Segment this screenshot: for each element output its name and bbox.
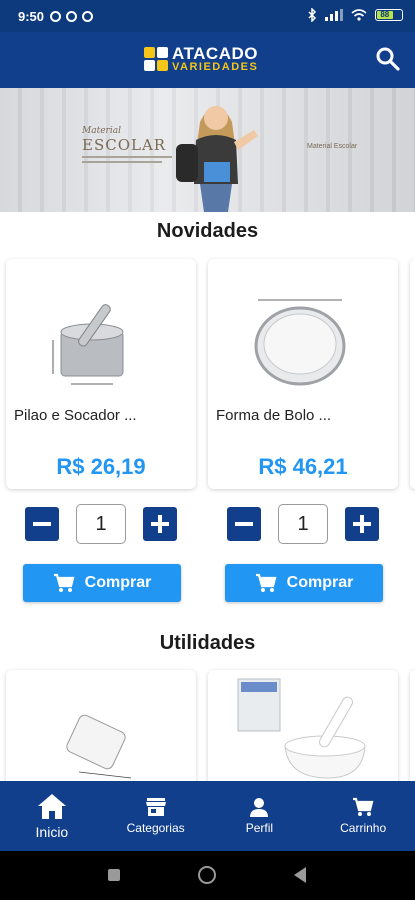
back-icon[interactable] bbox=[294, 867, 306, 883]
app-logo: ATACADO VARIEDADES bbox=[144, 45, 258, 73]
search-icon bbox=[376, 47, 400, 71]
logo-mark-icon bbox=[144, 47, 168, 71]
minus-icon bbox=[235, 522, 253, 526]
bottom-navigation: Inicio Categorias Perfil Carrinho bbox=[0, 781, 415, 851]
buy-button[interactable]: Comprar bbox=[225, 564, 383, 602]
plus-icon bbox=[353, 515, 371, 533]
nav-label: Inicio bbox=[35, 824, 69, 840]
system-navigation-bar bbox=[0, 851, 415, 900]
buy-button[interactable]: Comprar bbox=[23, 564, 181, 602]
status-right: 88 bbox=[307, 8, 403, 22]
product-card[interactable]: Pilao e Socador ... R$ 26,19 bbox=[6, 259, 196, 489]
qty-input[interactable]: 1 bbox=[76, 504, 126, 544]
app-notification-icon bbox=[66, 10, 78, 22]
qty-input[interactable]: 1 bbox=[278, 504, 328, 544]
logo-line1: ATACADO bbox=[172, 44, 258, 63]
bluetooth-icon bbox=[308, 8, 317, 22]
nav-label: Categorias bbox=[126, 821, 185, 835]
product-image-pilao-branco bbox=[237, 678, 366, 779]
store-icon bbox=[145, 798, 166, 816]
product-card-partial[interactable] bbox=[410, 259, 415, 489]
section-title-utilidades: Utilidades bbox=[159, 632, 256, 654]
app-notification-icon bbox=[82, 10, 94, 22]
decrease-qty-button[interactable] bbox=[227, 507, 261, 541]
minus-icon bbox=[33, 522, 51, 526]
product-image-cutting-board bbox=[66, 714, 132, 779]
search-button[interactable] bbox=[373, 44, 403, 74]
product-price: R$ 26,19 bbox=[56, 454, 146, 479]
product-name: Forma de Bolo ... bbox=[216, 407, 332, 424]
product-card[interactable]: Forma de Bolo ... R$ 46,21 bbox=[208, 259, 398, 489]
signal-icon bbox=[325, 9, 343, 21]
banner-kicker: Material bbox=[82, 126, 121, 136]
battery-icon: 88 bbox=[375, 9, 403, 21]
increase-qty-button[interactable] bbox=[345, 507, 379, 541]
status-time: 9:50 bbox=[18, 8, 45, 24]
product-image-pilao bbox=[52, 304, 124, 385]
alarm-icon bbox=[50, 10, 62, 22]
buy-button-label: Comprar bbox=[286, 574, 354, 591]
nav-item-inicio[interactable]: Inicio bbox=[0, 781, 104, 851]
cart-icon bbox=[255, 573, 277, 592]
plus-icon bbox=[151, 515, 169, 533]
home-circle-icon[interactable] bbox=[198, 866, 216, 884]
buy-button-label: Comprar bbox=[84, 574, 152, 591]
status-bar: 9:50 88 bbox=[0, 0, 415, 32]
product-price: R$ 46,21 bbox=[258, 454, 348, 479]
decrease-qty-button[interactable] bbox=[25, 507, 59, 541]
person-icon bbox=[250, 798, 269, 817]
student-girl-image bbox=[176, 106, 258, 212]
nav-label: Perfil bbox=[245, 821, 274, 835]
increase-qty-button[interactable] bbox=[143, 507, 177, 541]
product-image-forma bbox=[254, 299, 346, 386]
product-name: Pilao e Socador ... bbox=[14, 407, 137, 424]
logo-line2: VARIEDADES bbox=[172, 61, 259, 73]
nav-item-perfil[interactable]: Perfil bbox=[208, 781, 312, 851]
section-title-novidades: Novidades bbox=[156, 220, 259, 242]
cart-icon bbox=[353, 797, 374, 816]
notification-icons bbox=[50, 10, 94, 22]
app-header: ATACADO VARIEDADES bbox=[0, 32, 415, 88]
cart-icon bbox=[53, 573, 75, 592]
banner-title: ESCOLAR bbox=[82, 136, 167, 154]
recents-icon[interactable] bbox=[108, 869, 120, 881]
nav-item-categorias[interactable]: Categorias bbox=[104, 781, 208, 851]
nav-item-carrinho[interactable]: Carrinho bbox=[311, 781, 415, 851]
nav-label: Carrinho bbox=[340, 821, 387, 835]
home-icon bbox=[37, 794, 66, 819]
wifi-icon bbox=[351, 9, 367, 21]
banner-badge: Material Escolar bbox=[307, 143, 358, 150]
promo-banner[interactable]: Material ESCOLAR Material Escolar bbox=[0, 88, 415, 212]
